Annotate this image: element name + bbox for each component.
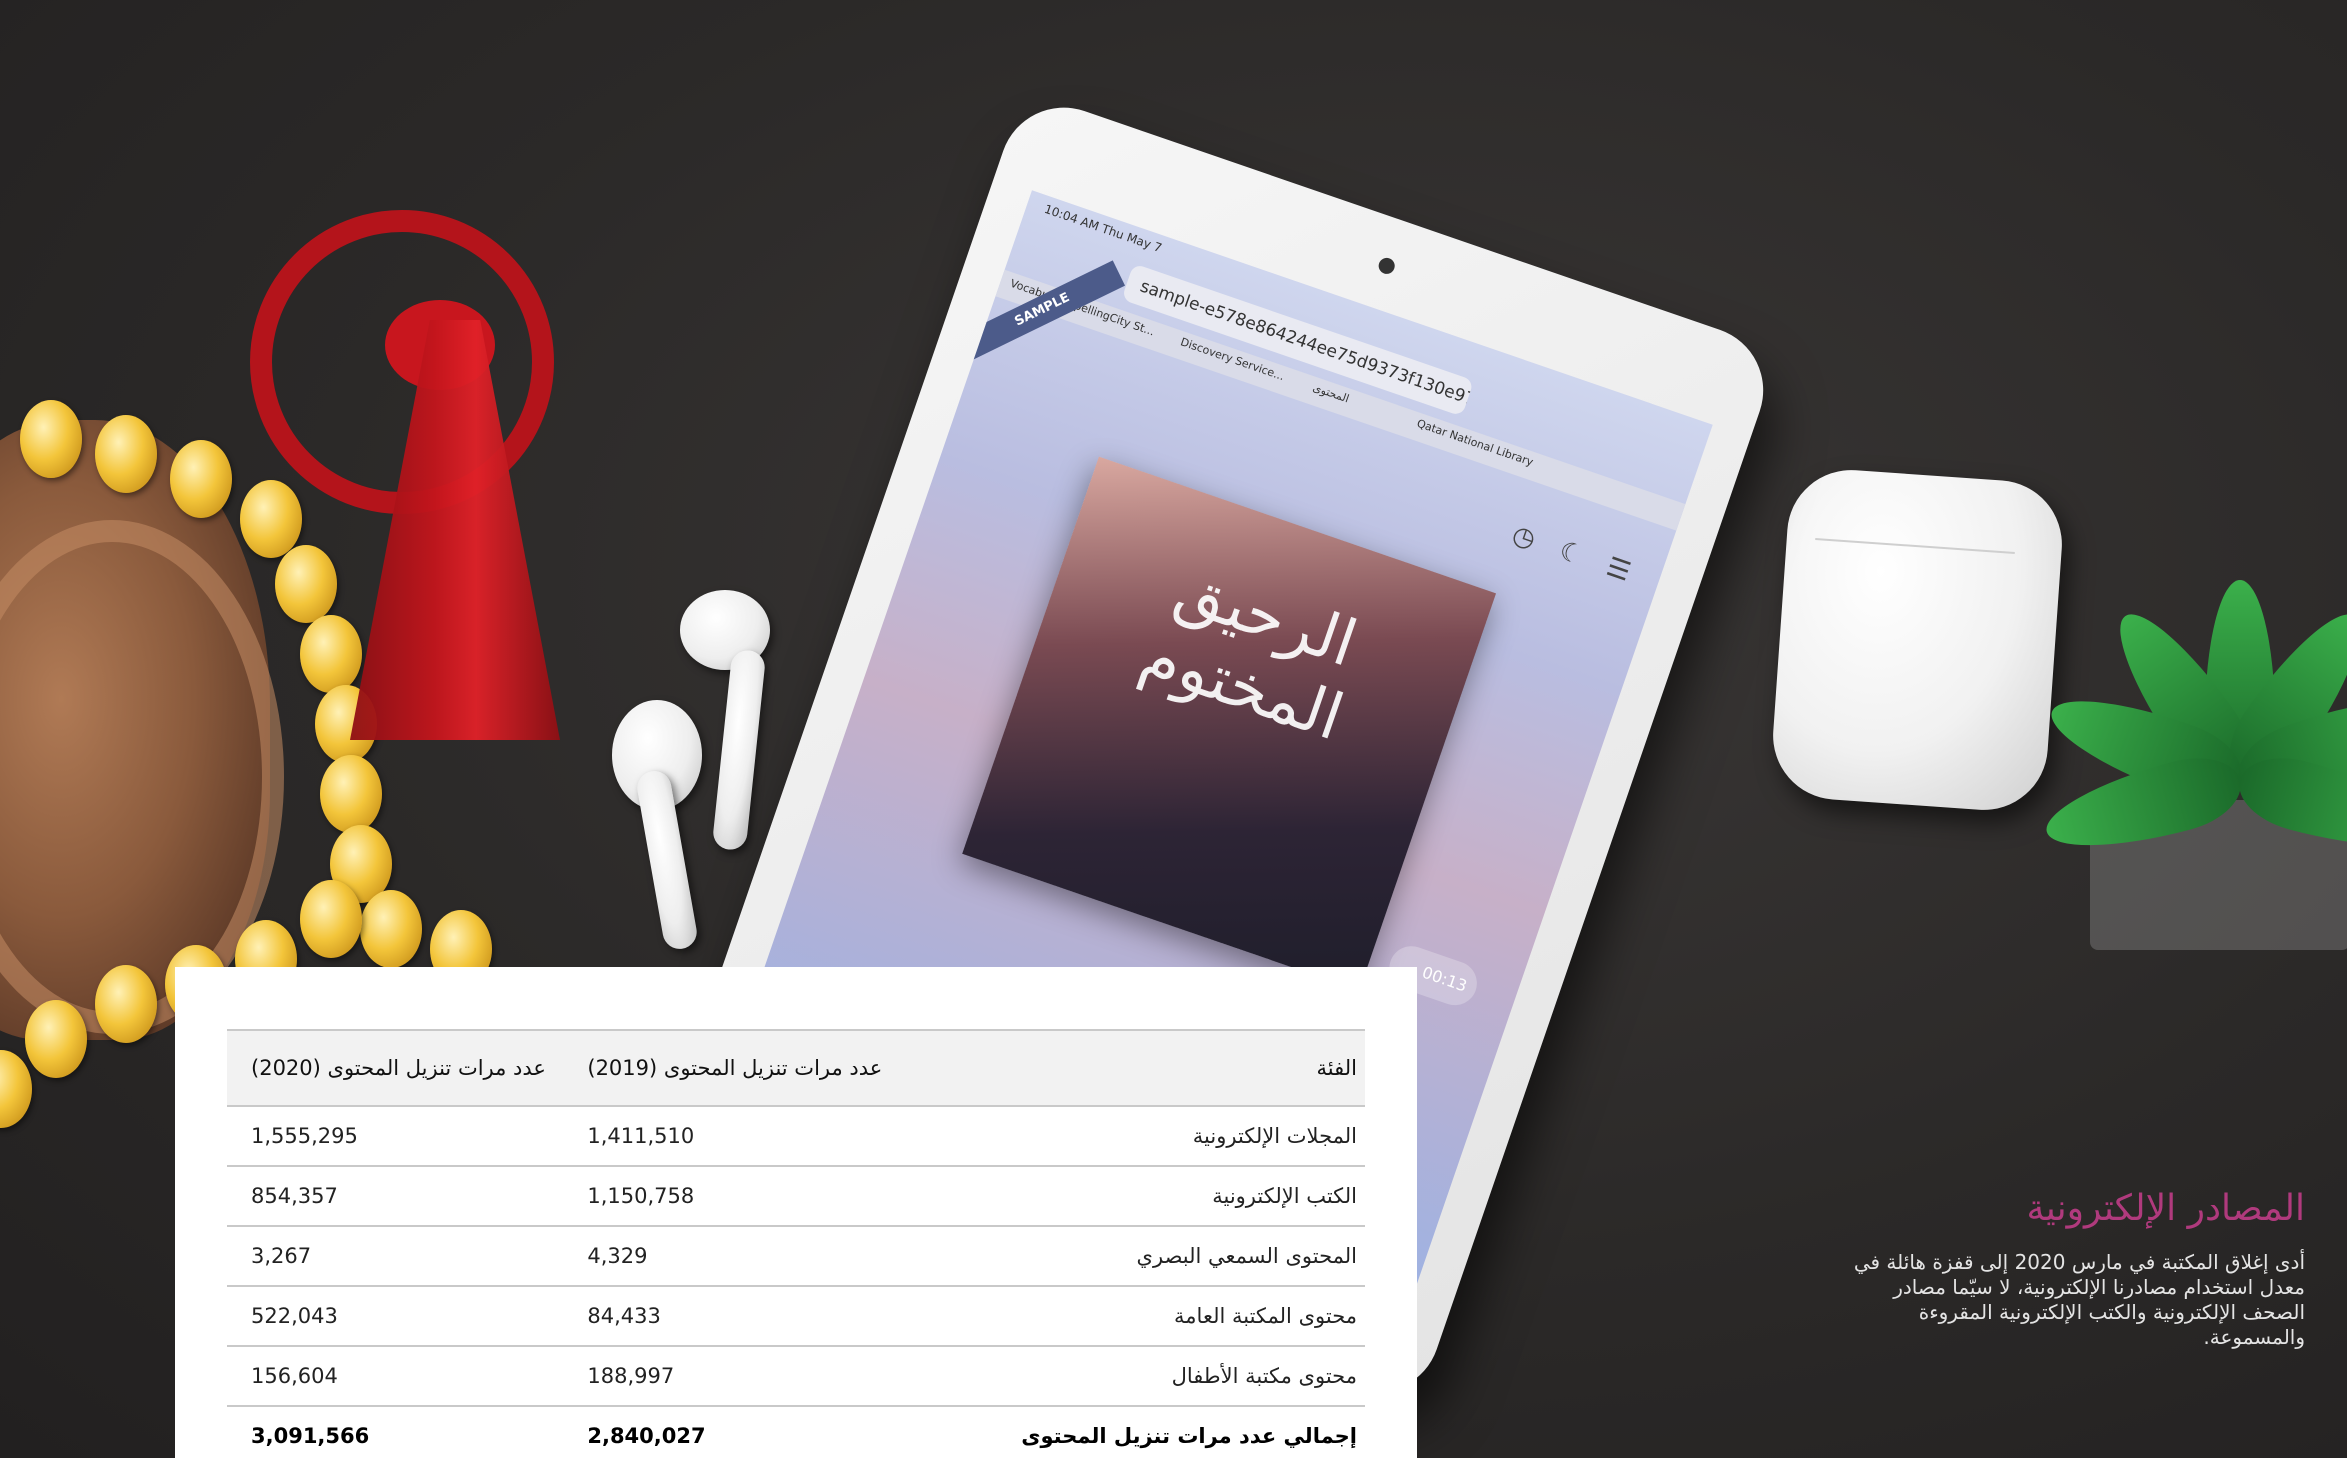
bead [275,545,337,623]
value-2019-cell: 84,433 [584,1286,971,1347]
table-row: المجلات الإلكترونية 1,411,510 1,555,295 [227,1106,1365,1167]
status-time: 10:04 AM Thu May 7 [1042,201,1164,256]
bead [320,755,382,833]
value-2019-cell: 1,411,510 [584,1106,971,1167]
total-2020-cell: 3,091,566 [227,1406,585,1458]
value-2020-cell: 522,043 [227,1286,585,1347]
value-2020-cell: 3,267 [227,1226,585,1287]
table-row: محتوى المكتبة العامة 84,433 522,043 [227,1286,1365,1347]
bead [360,890,422,968]
downloads-table: الفئة عدد مرات تنزيل المحتوى (2019) عدد … [227,1029,1365,1458]
table-header-row: الفئة عدد مرات تنزيل المحتوى (2019) عدد … [227,1029,1365,1107]
airpods-case [1768,465,2067,815]
value-2019-cell: 188,997 [584,1346,971,1407]
bead [170,440,232,518]
bead [0,1050,32,1128]
earbud-stem [711,648,767,852]
browser-tab[interactable]: المحتوى [1311,381,1351,405]
bead [25,1000,87,1078]
bead [300,880,362,958]
table-row: الكتب الإلكترونية 1,150,758 854,357 [227,1166,1365,1227]
camera [1376,255,1397,277]
earbud-stem [634,768,700,952]
table-total-row: إجمالي عدد مرات تنزيل المحتوى 2,840,027 … [227,1406,1365,1458]
section-body: أدى إغلاق المكتبة في مارس 2020 إلى قفزة … [1853,1250,2305,1349]
section-title: المصادر الإلكترونية [2026,1188,2305,1229]
category-cell: محتوى مكتبة الأطفال [970,1346,1365,1407]
timer-icon[interactable]: ◷ [1501,514,1547,560]
bead [300,615,362,693]
category-cell: المجلات الإلكترونية [970,1106,1365,1167]
menu-icon[interactable]: ☰ [1595,547,1641,593]
header-category: الفئة [970,1029,1365,1107]
bead [95,965,157,1043]
category-cell: محتوى المكتبة العامة [970,1286,1365,1347]
value-2019-cell: 1,150,758 [584,1166,971,1227]
succulent-plant [2037,560,2347,940]
header-2020: عدد مرات تنزيل المحتوى (2020) [227,1029,585,1107]
table-row: المحتوى السمعي البصري 4,329 3,267 [227,1226,1365,1287]
bead [95,415,157,493]
browser-tab[interactable]: Qatar National Library [1415,417,1535,469]
total-label-cell: إجمالي عدد مرات تنزيل المحتوى [970,1406,1365,1458]
category-cell: المحتوى السمعي البصري [970,1226,1365,1287]
page: 10:04 AM Thu May 7 sample-e578e864244ee7… [0,0,2347,1458]
value-2020-cell: 1,555,295 [227,1106,585,1167]
audiobook-cover: الرحيق المختوم [962,456,1497,991]
category-cell: الكتب الإلكترونية [970,1166,1365,1227]
value-2019-cell: 4,329 [584,1226,971,1287]
total-2019-cell: 2,840,027 [584,1406,971,1458]
value-2020-cell: 156,604 [227,1346,585,1407]
table-row: محتوى مكتبة الأطفال 188,997 156,604 [227,1346,1365,1407]
moon-icon[interactable]: ☾ [1548,531,1594,577]
value-2020-cell: 854,357 [227,1166,585,1227]
bead [240,480,302,558]
cover-title: الرحيق المختوم [1131,551,1366,756]
downloads-table-card: الفئة عدد مرات تنزيل المحتوى (2019) عدد … [175,967,1417,1458]
bead [20,400,82,478]
header-2019: عدد مرات تنزيل المحتوى (2019) [584,1029,971,1107]
